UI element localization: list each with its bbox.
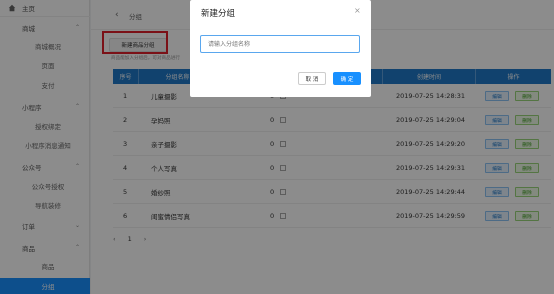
confirm-button[interactable]: 确 定	[333, 72, 361, 85]
dialog-title: 新建分组	[201, 9, 236, 19]
close-icon[interactable]: ×	[354, 6, 361, 15]
group-name-input[interactable]	[200, 35, 360, 53]
new-group-dialog: 新建分组 × 取 消 确 定	[190, 0, 371, 97]
cancel-button[interactable]: 取 消	[298, 72, 326, 85]
